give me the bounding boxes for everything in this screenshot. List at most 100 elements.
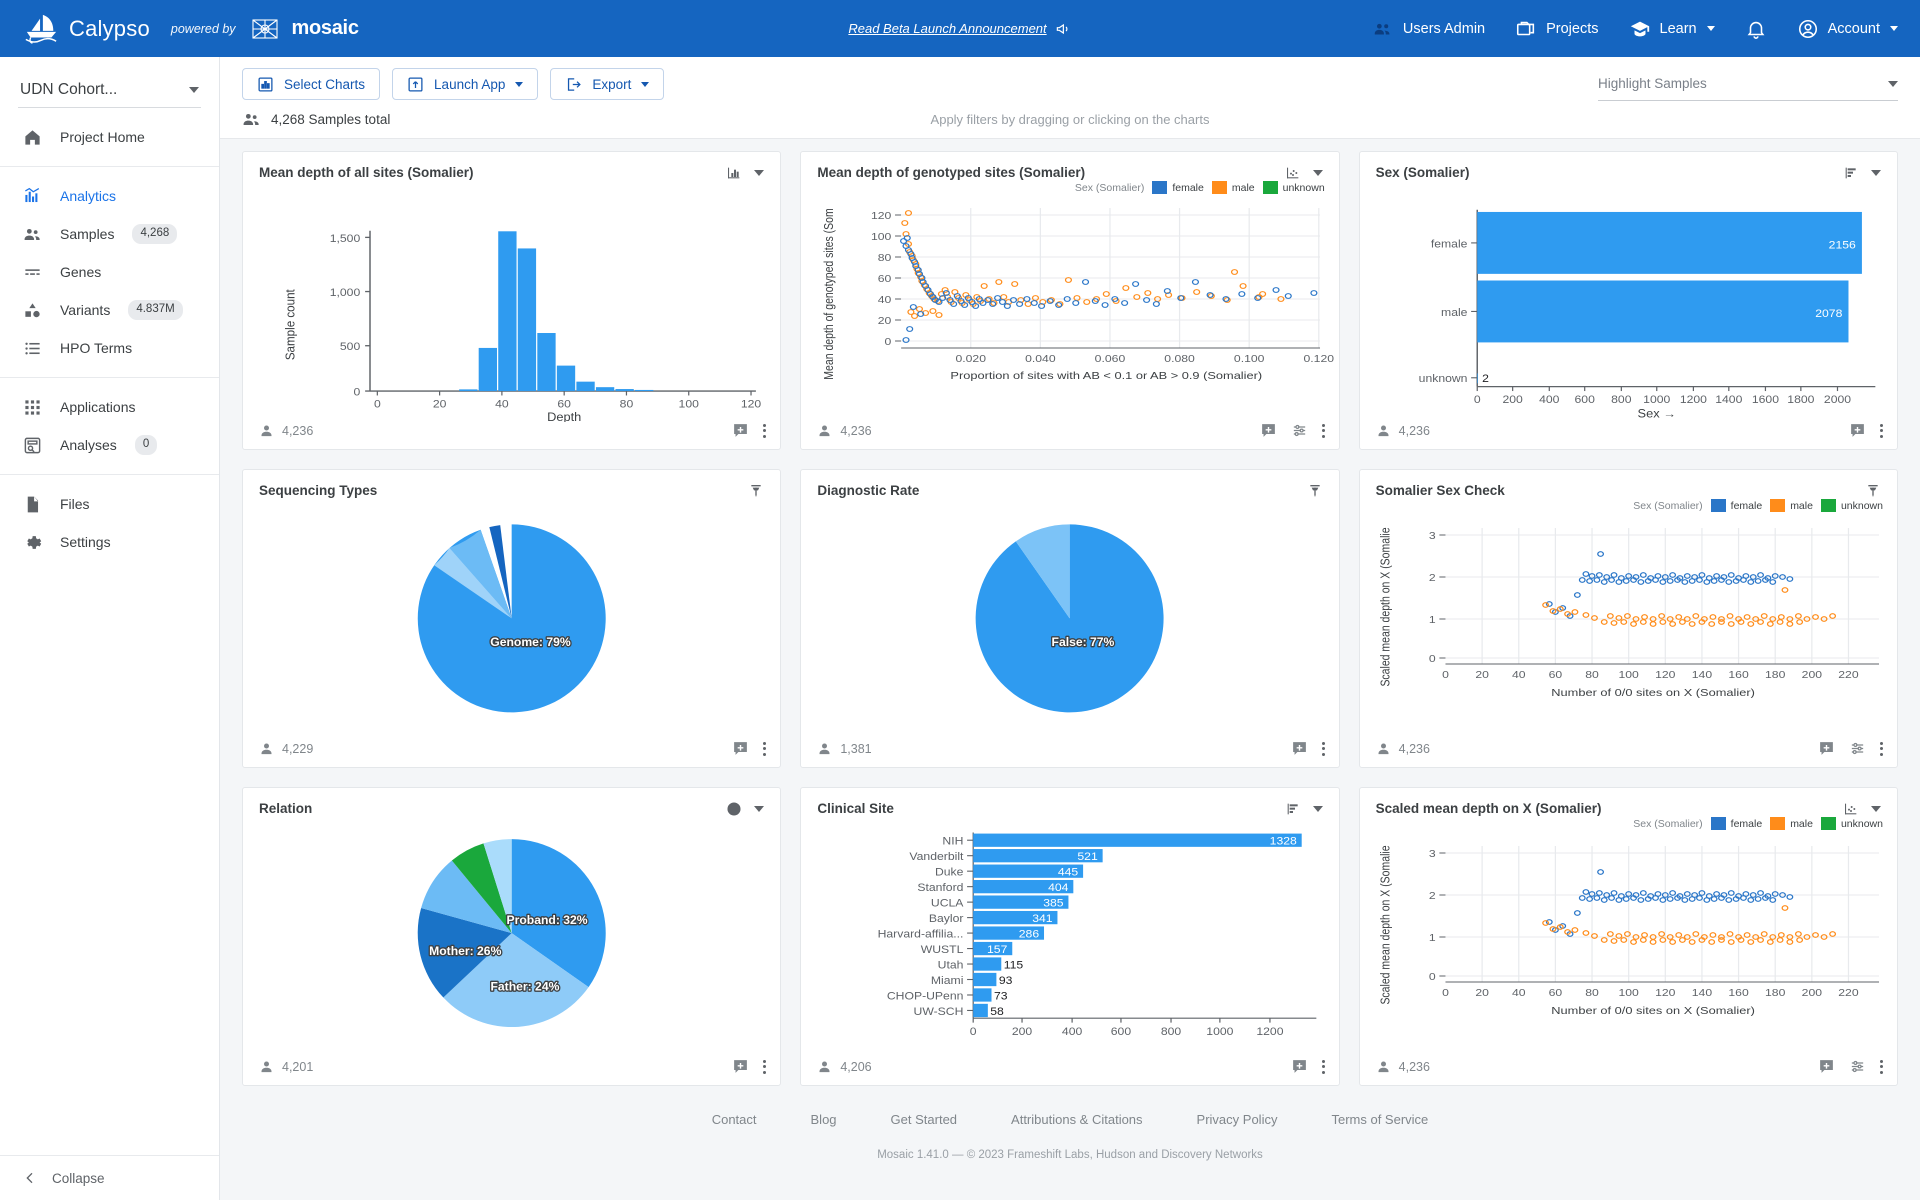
sex-bar-plot[interactable]: female male unknown 2156 2078 2 0 200 40… bbox=[1360, 181, 1897, 422]
bar-icon[interactable] bbox=[1843, 165, 1859, 181]
topnav-projects[interactable]: Projects bbox=[1515, 18, 1599, 40]
announcement-banner[interactable]: Read Beta Launch Announcement bbox=[848, 21, 1071, 37]
more-icon[interactable] bbox=[1879, 741, 1883, 756]
legend-item-female[interactable]: female bbox=[1710, 499, 1762, 512]
sidebar-item-variants[interactable]: Variants 4.837M bbox=[0, 291, 219, 329]
sidebar-item-analyses[interactable]: Analyses 0 bbox=[0, 426, 219, 464]
svg-text:40: 40 bbox=[1512, 670, 1526, 681]
sidebar-item-files[interactable]: Files bbox=[0, 485, 219, 523]
chart-area[interactable]: False: 77% bbox=[801, 499, 1338, 740]
bar-icon[interactable] bbox=[1285, 801, 1301, 817]
chart-card-diagnostic-rate: Diagnostic Rate False: 77% 1,381 bbox=[800, 469, 1340, 768]
chart-area[interactable]: female male unknown 2156 2078 2 0 200 40… bbox=[1360, 181, 1897, 422]
chart-area[interactable]: Proband: 32% Mother: 26% Father: 24% bbox=[243, 817, 780, 1058]
sidebar-item-hpo-terms[interactable]: HPO Terms bbox=[0, 329, 219, 367]
announcement-link[interactable]: Read Beta Launch Announcement bbox=[848, 21, 1046, 36]
topnav-notifications[interactable] bbox=[1745, 18, 1767, 40]
topnav-account[interactable]: Account bbox=[1797, 18, 1898, 40]
launch-app-button[interactable]: Launch App bbox=[392, 68, 539, 100]
legend-item-unknown[interactable]: unknown bbox=[1262, 181, 1325, 194]
footer-link-privacy[interactable]: Privacy Policy bbox=[1197, 1112, 1278, 1127]
sidebar-item-settings[interactable]: Settings bbox=[0, 523, 219, 561]
pie-icon[interactable] bbox=[726, 801, 742, 817]
chart-area[interactable]: Sex (Somalier) female male unknown Scale… bbox=[1360, 499, 1897, 740]
legend-item-male[interactable]: male bbox=[1770, 817, 1813, 830]
more-icon[interactable] bbox=[763, 1059, 767, 1074]
pin-icon[interactable] bbox=[1307, 483, 1323, 499]
more-icon[interactable] bbox=[1321, 423, 1325, 438]
highlight-samples-select[interactable]: Highlight Samples bbox=[1598, 67, 1898, 101]
comment-add-icon[interactable] bbox=[1260, 422, 1277, 439]
footer-link-get-started[interactable]: Get Started bbox=[891, 1112, 957, 1127]
chevron-down-icon[interactable] bbox=[1312, 806, 1323, 812]
legend-item-unknown[interactable]: unknown bbox=[1820, 499, 1883, 512]
more-icon[interactable] bbox=[763, 741, 767, 756]
svg-text:2: 2 bbox=[1482, 373, 1489, 385]
legend-item-female[interactable]: female bbox=[1152, 181, 1204, 194]
pin-icon[interactable] bbox=[1865, 483, 1881, 499]
chevron-down-icon[interactable] bbox=[754, 806, 765, 812]
sidebar-item-analytics[interactable]: Analytics bbox=[0, 177, 219, 215]
export-button[interactable]: Export bbox=[550, 68, 665, 100]
comment-add-icon[interactable] bbox=[732, 740, 749, 757]
comment-add-icon[interactable] bbox=[732, 1058, 749, 1075]
chevron-down-icon[interactable] bbox=[1870, 170, 1881, 176]
diagnostic-rate-pie[interactable]: False: 77% bbox=[801, 499, 1338, 740]
chart-area[interactable]: Sample count 1,500 1,000 500 0 0 20 40 6… bbox=[243, 181, 780, 422]
footer-links: Contact Blog Get Started Attributions & … bbox=[242, 1112, 1898, 1127]
legend-swatch bbox=[1710, 817, 1726, 830]
more-icon[interactable] bbox=[1879, 423, 1883, 438]
settings-sliders-icon[interactable] bbox=[1849, 1058, 1866, 1075]
more-icon[interactable] bbox=[1879, 1059, 1883, 1074]
histogram-plot[interactable]: Sample count 1,500 1,000 500 0 0 20 40 6… bbox=[243, 181, 780, 422]
footer-link-attributions[interactable]: Attributions & Citations bbox=[1011, 1112, 1143, 1127]
chart-area[interactable]: Genome: 79% bbox=[243, 499, 780, 740]
chart-area[interactable]: NIH Vanderbilt Duke Stanford UCLA Baylor… bbox=[801, 817, 1338, 1058]
sidebar-item-samples[interactable]: Samples 4,268 bbox=[0, 215, 219, 253]
relation-pie[interactable]: Proband: 32% Mother: 26% Father: 24% bbox=[243, 817, 780, 1058]
chevron-down-icon[interactable] bbox=[1870, 806, 1881, 812]
brand-logo-group[interactable]: Calypso powered by mosaic bbox=[22, 12, 359, 46]
more-icon[interactable] bbox=[1321, 741, 1325, 756]
comment-add-icon[interactable] bbox=[1291, 1058, 1308, 1075]
svg-text:60: 60 bbox=[557, 398, 571, 410]
legend-item-male[interactable]: male bbox=[1770, 499, 1813, 512]
scatter-icon[interactable] bbox=[1843, 801, 1859, 817]
more-icon[interactable] bbox=[1321, 1059, 1325, 1074]
comment-add-icon[interactable] bbox=[1849, 422, 1866, 439]
topnav-users-admin[interactable]: Users Admin bbox=[1372, 18, 1485, 40]
sequencing-types-pie[interactable]: Genome: 79% bbox=[243, 499, 780, 740]
sex-check-scatter[interactable]: Scaled mean depth on X (Somalie 32 10 0 … bbox=[1360, 512, 1897, 702]
comment-add-icon[interactable] bbox=[1818, 1058, 1835, 1075]
settings-sliders-icon[interactable] bbox=[1849, 740, 1866, 757]
legend-item-female[interactable]: female bbox=[1710, 817, 1762, 830]
sidebar-collapse-button[interactable]: Collapse bbox=[0, 1155, 219, 1200]
chart-area[interactable]: Sex (Somalier) female male unknown Mean … bbox=[801, 181, 1338, 422]
comment-add-icon[interactable] bbox=[1291, 740, 1308, 757]
legend-item-male[interactable]: male bbox=[1211, 181, 1255, 194]
footer-link-contact[interactable]: Contact bbox=[712, 1112, 757, 1127]
scatter-plot-genotyped[interactable]: Mean depth of genotyped sites (Som 120 10… bbox=[801, 194, 1338, 384]
comment-add-icon[interactable] bbox=[1818, 740, 1835, 757]
sidebar-item-applications[interactable]: Applications bbox=[0, 388, 219, 426]
footer-link-blog[interactable]: Blog bbox=[811, 1112, 837, 1127]
clinical-site-bar[interactable]: NIH Vanderbilt Duke Stanford UCLA Baylor… bbox=[801, 817, 1338, 1058]
legend-item-unknown[interactable]: unknown bbox=[1820, 817, 1883, 830]
pin-icon[interactable] bbox=[748, 483, 764, 499]
settings-sliders-icon[interactable] bbox=[1291, 422, 1308, 439]
sidebar-item-project-home[interactable]: Project Home bbox=[0, 118, 219, 156]
cohort-selector[interactable]: UDN Cohort... bbox=[18, 75, 201, 108]
chevron-down-icon[interactable] bbox=[754, 170, 765, 176]
scatter-icon[interactable] bbox=[1285, 165, 1301, 181]
footer-link-terms[interactable]: Terms of Service bbox=[1331, 1112, 1428, 1127]
comment-add-icon[interactable] bbox=[732, 422, 749, 439]
sidebar-item-genes[interactable]: Genes bbox=[0, 253, 219, 291]
select-charts-button[interactable]: Select Charts bbox=[242, 68, 381, 100]
scaled-depth-scatter[interactable]: Scaled mean depth on X (Somalie 32 10 0 … bbox=[1360, 830, 1897, 1020]
topnav-learn[interactable]: Learn bbox=[1629, 18, 1715, 40]
more-icon[interactable] bbox=[763, 423, 767, 438]
chart-area[interactable]: Sex (Somalier) female male unknown Scale… bbox=[1360, 817, 1897, 1058]
chevron-down-icon[interactable] bbox=[1312, 170, 1323, 176]
person-icon bbox=[261, 1061, 272, 1073]
histogram-icon[interactable] bbox=[726, 165, 742, 181]
